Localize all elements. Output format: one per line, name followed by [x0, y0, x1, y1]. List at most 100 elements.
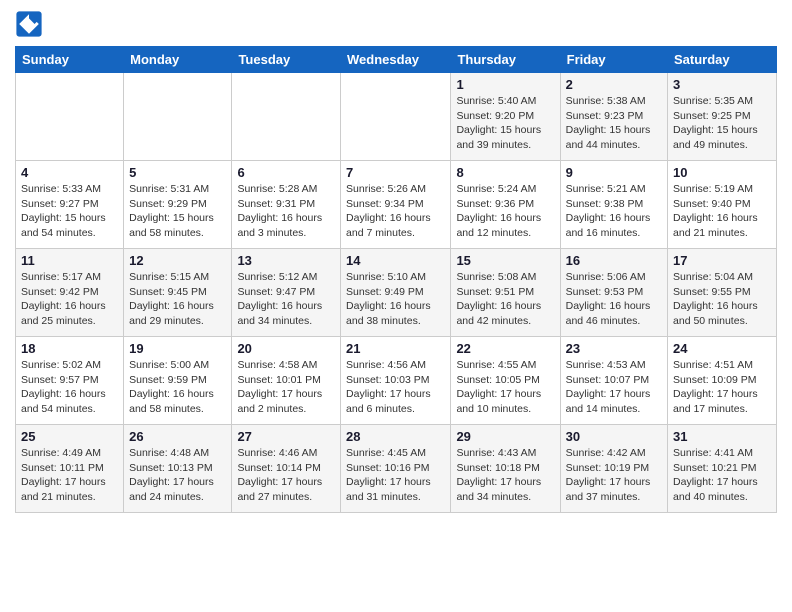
day-number: 9 — [566, 165, 662, 180]
day-number: 4 — [21, 165, 118, 180]
calendar-cell: 31 Sunrise: 4:41 AM Sunset: 10:21 PM Dayl… — [668, 425, 777, 513]
day-detail: Sunrise: 4:45 AM Sunset: 10:16 PM Daylig… — [346, 446, 445, 505]
day-detail: Sunrise: 5:06 AM Sunset: 9:53 PM Dayligh… — [566, 270, 662, 329]
page-header — [15, 10, 777, 38]
page-container: SundayMondayTuesdayWednesdayThursdayFrid… — [0, 0, 792, 523]
day-detail: Sunrise: 5:26 AM Sunset: 9:34 PM Dayligh… — [346, 182, 445, 241]
logo-icon — [15, 10, 43, 38]
day-number: 8 — [456, 165, 554, 180]
calendar-cell — [232, 73, 341, 161]
calendar-week-4: 18 Sunrise: 5:02 AM Sunset: 9:57 PM Dayli… — [16, 337, 777, 425]
day-detail: Sunrise: 4:49 AM Sunset: 10:11 PM Daylig… — [21, 446, 118, 505]
day-detail: Sunrise: 5:31 AM Sunset: 9:29 PM Dayligh… — [129, 182, 226, 241]
calendar-cell: 27 Sunrise: 4:46 AM Sunset: 10:14 PM Dayl… — [232, 425, 341, 513]
calendar-cell: 13 Sunrise: 5:12 AM Sunset: 9:47 PM Dayli… — [232, 249, 341, 337]
day-number: 10 — [673, 165, 771, 180]
day-detail: Sunrise: 5:15 AM Sunset: 9:45 PM Dayligh… — [129, 270, 226, 329]
day-detail: Sunrise: 5:12 AM Sunset: 9:47 PM Dayligh… — [237, 270, 335, 329]
day-detail: Sunrise: 4:55 AM Sunset: 10:05 PM Daylig… — [456, 358, 554, 417]
calendar-cell: 5 Sunrise: 5:31 AM Sunset: 9:29 PM Daylig… — [124, 161, 232, 249]
calendar-cell — [16, 73, 124, 161]
day-detail: Sunrise: 5:24 AM Sunset: 9:36 PM Dayligh… — [456, 182, 554, 241]
day-detail: Sunrise: 5:17 AM Sunset: 9:42 PM Dayligh… — [21, 270, 118, 329]
day-detail: Sunrise: 5:40 AM Sunset: 9:20 PM Dayligh… — [456, 94, 554, 153]
day-detail: Sunrise: 5:19 AM Sunset: 9:40 PM Dayligh… — [673, 182, 771, 241]
day-detail: Sunrise: 5:02 AM Sunset: 9:57 PM Dayligh… — [21, 358, 118, 417]
calendar-cell: 14 Sunrise: 5:10 AM Sunset: 9:49 PM Dayli… — [341, 249, 451, 337]
weekday-header-wednesday: Wednesday — [341, 47, 451, 73]
calendar-cell: 8 Sunrise: 5:24 AM Sunset: 9:36 PM Daylig… — [451, 161, 560, 249]
weekday-header-row: SundayMondayTuesdayWednesdayThursdayFrid… — [16, 47, 777, 73]
day-detail: Sunrise: 4:41 AM Sunset: 10:21 PM Daylig… — [673, 446, 771, 505]
day-number: 6 — [237, 165, 335, 180]
day-detail: Sunrise: 4:43 AM Sunset: 10:18 PM Daylig… — [456, 446, 554, 505]
calendar-cell: 19Sunrise: 5:00 AM Sunset: 9:59 PM Dayli… — [124, 337, 232, 425]
day-number: 24 — [673, 341, 771, 356]
day-number: 13 — [237, 253, 335, 268]
calendar-week-3: 11 Sunrise: 5:17 AM Sunset: 9:42 PM Dayli… — [16, 249, 777, 337]
day-detail: Sunrise: 4:42 AM Sunset: 10:19 PM Daylig… — [566, 446, 662, 505]
day-number: 5 — [129, 165, 226, 180]
day-detail: Sunrise: 4:51 AM Sunset: 10:09 PM Daylig… — [673, 358, 771, 417]
day-number: 20 — [237, 341, 335, 356]
calendar-cell: 4Sunrise: 5:33 AM Sunset: 9:27 PM Daylig… — [16, 161, 124, 249]
day-detail: Sunrise: 4:58 AM Sunset: 10:01 PM Daylig… — [237, 358, 335, 417]
calendar-cell: 23Sunrise: 4:53 AM Sunset: 10:07 PM Dayl… — [560, 337, 667, 425]
calendar-cell: 30 Sunrise: 4:42 AM Sunset: 10:19 PM Dayl… — [560, 425, 667, 513]
day-number: 30 — [566, 429, 662, 444]
day-number: 14 — [346, 253, 445, 268]
day-number: 15 — [456, 253, 554, 268]
calendar-week-2: 4Sunrise: 5:33 AM Sunset: 9:27 PM Daylig… — [16, 161, 777, 249]
calendar-cell: 26 Sunrise: 4:48 AM Sunset: 10:13 PM Dayl… — [124, 425, 232, 513]
calendar-cell: 25 Sunrise: 4:49 AM Sunset: 10:11 PM Dayl… — [16, 425, 124, 513]
calendar-cell: 15 Sunrise: 5:08 AM Sunset: 9:51 PM Dayli… — [451, 249, 560, 337]
day-number: 22 — [456, 341, 554, 356]
day-number: 29 — [456, 429, 554, 444]
day-number: 31 — [673, 429, 771, 444]
weekday-header-friday: Friday — [560, 47, 667, 73]
calendar-cell: 24 Sunrise: 4:51 AM Sunset: 10:09 PM Dayl… — [668, 337, 777, 425]
day-number: 27 — [237, 429, 335, 444]
day-detail: Sunrise: 5:08 AM Sunset: 9:51 PM Dayligh… — [456, 270, 554, 329]
calendar-cell: 7 Sunrise: 5:26 AM Sunset: 9:34 PM Daylig… — [341, 161, 451, 249]
day-detail: Sunrise: 4:48 AM Sunset: 10:13 PM Daylig… — [129, 446, 226, 505]
day-number: 3 — [673, 77, 771, 92]
weekday-header-tuesday: Tuesday — [232, 47, 341, 73]
day-detail: Sunrise: 5:38 AM Sunset: 9:23 PM Dayligh… — [566, 94, 662, 153]
day-number: 7 — [346, 165, 445, 180]
day-number: 17 — [673, 253, 771, 268]
day-detail: Sunrise: 5:28 AM Sunset: 9:31 PM Dayligh… — [237, 182, 335, 241]
weekday-header-monday: Monday — [124, 47, 232, 73]
day-number: 25 — [21, 429, 118, 444]
day-number: 28 — [346, 429, 445, 444]
calendar-cell: 20 Sunrise: 4:58 AM Sunset: 10:01 PM Dayl… — [232, 337, 341, 425]
calendar-cell: 10 Sunrise: 5:19 AM Sunset: 9:40 PM Dayli… — [668, 161, 777, 249]
day-detail: Sunrise: 4:46 AM Sunset: 10:14 PM Daylig… — [237, 446, 335, 505]
calendar-cell — [341, 73, 451, 161]
weekday-header-saturday: Saturday — [668, 47, 777, 73]
day-number: 11 — [21, 253, 118, 268]
calendar-cell: 3Sunrise: 5:35 AM Sunset: 9:25 PM Daylig… — [668, 73, 777, 161]
day-detail: Sunrise: 5:04 AM Sunset: 9:55 PM Dayligh… — [673, 270, 771, 329]
calendar-cell: 22 Sunrise: 4:55 AM Sunset: 10:05 PM Dayl… — [451, 337, 560, 425]
day-detail: Sunrise: 5:10 AM Sunset: 9:49 PM Dayligh… — [346, 270, 445, 329]
calendar-cell: 18 Sunrise: 5:02 AM Sunset: 9:57 PM Dayli… — [16, 337, 124, 425]
calendar-cell: 1Sunrise: 5:40 AM Sunset: 9:20 PM Daylig… — [451, 73, 560, 161]
calendar-cell: 29 Sunrise: 4:43 AM Sunset: 10:18 PM Dayl… — [451, 425, 560, 513]
calendar-cell — [124, 73, 232, 161]
day-number: 12 — [129, 253, 226, 268]
calendar-cell: 12 Sunrise: 5:15 AM Sunset: 9:45 PM Dayli… — [124, 249, 232, 337]
weekday-header-sunday: Sunday — [16, 47, 124, 73]
calendar-table: SundayMondayTuesdayWednesdayThursdayFrid… — [15, 46, 777, 513]
day-number: 21 — [346, 341, 445, 356]
calendar-week-1: 1Sunrise: 5:40 AM Sunset: 9:20 PM Daylig… — [16, 73, 777, 161]
calendar-cell: 17 Sunrise: 5:04 AM Sunset: 9:55 PM Dayli… — [668, 249, 777, 337]
day-number: 16 — [566, 253, 662, 268]
calendar-week-5: 25 Sunrise: 4:49 AM Sunset: 10:11 PM Dayl… — [16, 425, 777, 513]
day-number: 26 — [129, 429, 226, 444]
logo — [15, 10, 47, 38]
calendar-cell: 28 Sunrise: 4:45 AM Sunset: 10:16 PM Dayl… — [341, 425, 451, 513]
day-number: 18 — [21, 341, 118, 356]
calendar-cell: 9Sunrise: 5:21 AM Sunset: 9:38 PM Daylig… — [560, 161, 667, 249]
calendar-cell: 2Sunrise: 5:38 AM Sunset: 9:23 PM Daylig… — [560, 73, 667, 161]
